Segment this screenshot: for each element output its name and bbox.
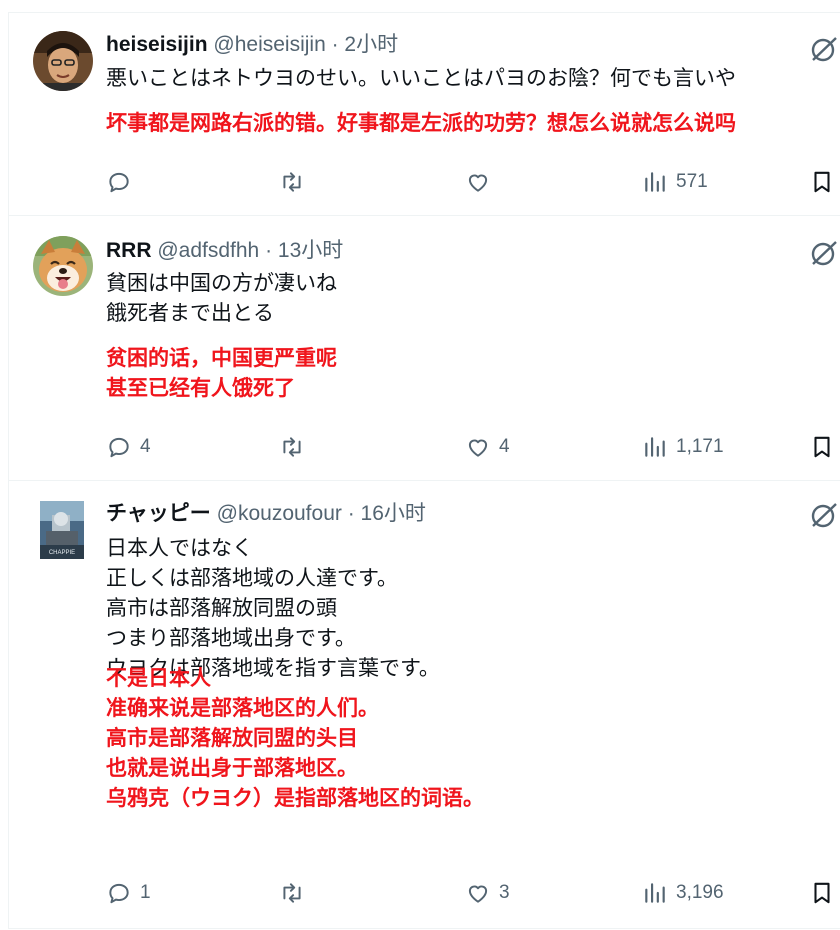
bookmark-icon xyxy=(814,882,830,904)
translation-text: 坏事都是网路右派的错。好事都是左派的功劳？想怎么说就怎么说吗 xyxy=(106,108,736,138)
translation-line: 甚至已经有人饿死了 xyxy=(106,376,295,400)
retweet-icon xyxy=(283,437,301,457)
tweet-text: 日本人ではなく 正しくは部落地域の人達です。 高市は部落解放同盟の頭 つまり部落… xyxy=(106,533,440,683)
text-line: 高市は部落解放同盟の頭 xyxy=(106,596,337,620)
like-count: 3 xyxy=(499,882,510,903)
tweet[interactable]: RRR @adfsdfhh · 13小时 貧困は中国の方が凄いね 餓死者まで出と… xyxy=(9,216,840,481)
like-button[interactable]: 4 xyxy=(465,432,510,462)
handle[interactable]: @adfsdfhh xyxy=(157,239,259,262)
like-button[interactable]: 3 xyxy=(465,878,510,908)
tweet[interactable]: CHAPPIE チャッピー @kouzoufour · 16小时 日本人ではなく… xyxy=(9,481,840,929)
reply-button[interactable]: 4 xyxy=(106,432,151,462)
views-count: 3,196 xyxy=(676,882,724,903)
retweet-button[interactable] xyxy=(279,432,313,462)
translation-line: 乌鸦克（ウヨク）是指部落地区的词语。 xyxy=(106,786,484,810)
reply-button[interactable] xyxy=(106,167,140,197)
views-button[interactable]: 3,196 xyxy=(642,878,724,908)
like-icon xyxy=(468,439,488,457)
like-icon xyxy=(468,174,488,192)
like-button[interactable] xyxy=(465,167,499,197)
retweet-button[interactable] xyxy=(279,878,313,908)
translation-line: 准确来说是部落地区的人们。 xyxy=(106,696,379,720)
translation-line: 不是日本人 xyxy=(106,666,211,690)
reply-icon xyxy=(109,172,129,193)
translation-line: 坏事都是网路右派的错。好事都是左派的功劳？想怎么说就怎么说吗 xyxy=(106,111,736,135)
display-name[interactable]: RRR xyxy=(106,239,152,262)
reply-icon xyxy=(109,883,129,904)
translation-line: 也就是说出身于部落地区。 xyxy=(106,756,358,780)
translation-line: 高市是部落解放同盟的头目 xyxy=(106,726,358,750)
views-button[interactable]: 1,171 xyxy=(642,432,724,462)
grok-icon[interactable] xyxy=(810,239,838,267)
action-bar: 571 xyxy=(106,167,840,197)
views-icon xyxy=(645,172,665,192)
retweet-icon xyxy=(283,883,301,903)
grok-icon[interactable] xyxy=(810,501,838,529)
timestamp[interactable]: · 13小时 xyxy=(265,239,343,262)
translation-text: 不是日本人 准确来说是部落地区的人们。 高市是部落解放同盟的头目 也就是说出身于… xyxy=(106,663,484,813)
text-line: 悪いことはネトウヨのせい。いいことはパヨのお陰？何でも言いや xyxy=(106,66,736,90)
tweet-text: 悪いことはネトウヨのせい。いいことはパヨのお陰？何でも言いや xyxy=(106,63,736,93)
bookmark-button[interactable] xyxy=(809,167,835,197)
handle[interactable]: @heiseisijin xyxy=(213,33,325,56)
like-icon xyxy=(468,885,488,903)
views-count: 571 xyxy=(676,171,708,192)
text-line: 日本人ではなく xyxy=(106,536,253,560)
views-icon xyxy=(645,437,665,457)
text-line: つまり部落地域出身です。 xyxy=(106,626,356,650)
avatar[interactable]: CHAPPIE xyxy=(40,501,84,559)
reply-button[interactable]: 1 xyxy=(106,878,151,908)
retweet-icon xyxy=(283,172,301,192)
translation-text: 贫困的话，中国更严重呢 甚至已经有人饿死了 xyxy=(106,343,337,403)
avatar-caption: CHAPPIE xyxy=(49,550,75,556)
reply-count: 1 xyxy=(140,882,151,903)
display-name[interactable]: heiseisijin xyxy=(106,33,208,56)
text-line: 正しくは部落地域の人達です。 xyxy=(106,566,398,590)
tweet-header: チャッピー @kouzoufour · 16小时 xyxy=(106,501,426,527)
tweet[interactable]: heiseisijin @heiseisijin · 2小时 悪いことはネトウヨ… xyxy=(9,13,840,216)
tweet-header: RRR @adfsdfhh · 13小时 xyxy=(106,238,343,264)
reply-feed: heiseisijin @heiseisijin · 2小时 悪いことはネトウヨ… xyxy=(8,13,840,929)
tweet-text: 貧困は中国の方が凄いね 餓死者まで出とる xyxy=(106,268,337,328)
like-count: 4 xyxy=(499,436,510,457)
retweet-button[interactable] xyxy=(279,167,313,197)
timestamp[interactable]: · 16小时 xyxy=(348,502,426,525)
translation-line: 贫困的话，中国更严重呢 xyxy=(106,346,337,370)
reply-icon xyxy=(109,437,129,458)
action-bar: 4 4 1,171 xyxy=(106,432,840,462)
tweet-header: heiseisijin @heiseisijin · 2小时 xyxy=(106,32,398,58)
views-count: 1,171 xyxy=(676,436,724,457)
timestamp[interactable]: · 2小时 xyxy=(332,33,399,56)
bookmark-button[interactable] xyxy=(809,878,835,908)
reply-count: 4 xyxy=(140,436,151,457)
handle[interactable]: @kouzoufour xyxy=(217,502,342,525)
bookmark-icon xyxy=(814,436,830,458)
bookmark-button[interactable] xyxy=(809,432,835,462)
views-button[interactable]: 571 xyxy=(642,167,708,197)
bookmark-icon xyxy=(814,171,830,193)
grok-icon[interactable] xyxy=(810,35,838,63)
avatar[interactable] xyxy=(33,236,93,296)
text-line: 貧困は中国の方が凄いね xyxy=(106,271,337,295)
views-icon xyxy=(645,883,665,903)
action-bar: 1 3 3,196 xyxy=(106,878,840,908)
avatar[interactable] xyxy=(33,31,93,91)
display-name[interactable]: チャッピー xyxy=(106,502,211,525)
text-line: 餓死者まで出とる xyxy=(106,301,274,325)
